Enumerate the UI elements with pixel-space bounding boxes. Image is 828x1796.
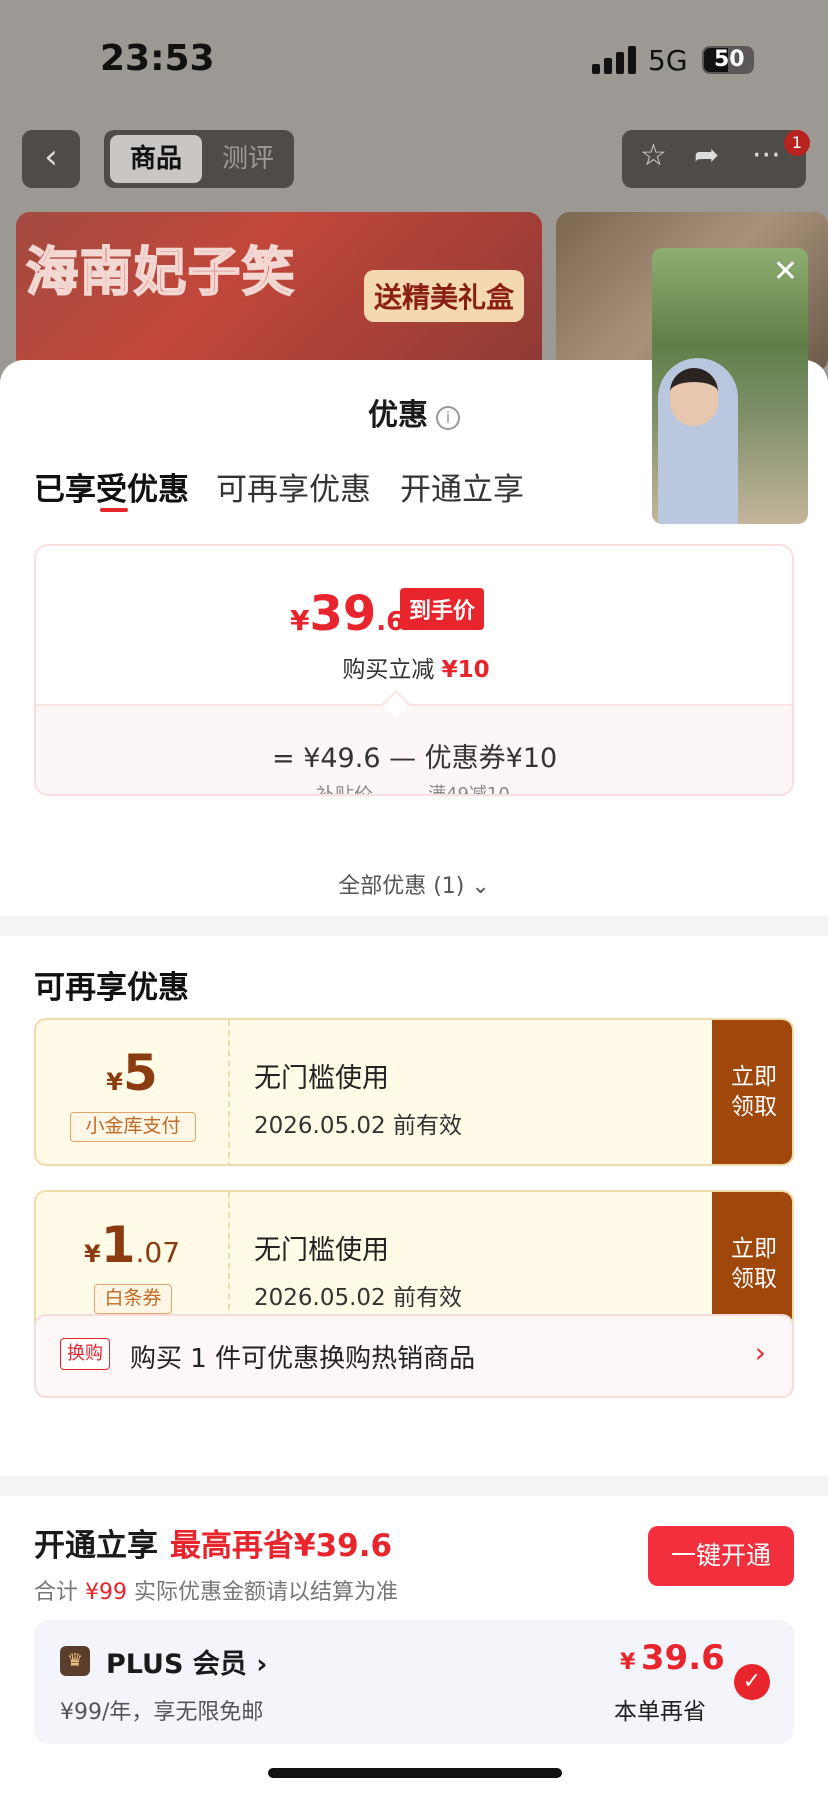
tab-open[interactable]: 开通立享 (400, 464, 524, 509)
instant-cut-value: ¥10 (441, 657, 490, 683)
banner-title: 海南妃子笑 (25, 241, 297, 304)
product-banner: 海南妃子笑 送精美礼盒 (16, 212, 542, 372)
discount-sheet: 优惠 i 已享受优惠 可再享优惠 开通立享 ¥39.6 到手价 购买立减 ¥10 … (0, 360, 828, 1796)
more-icon[interactable]: ··· (752, 138, 781, 173)
crown-icon: ♛ (60, 1646, 90, 1676)
info-icon[interactable]: i (436, 406, 460, 430)
open-enjoy-section: 开通立享 最高再省¥39.6 合计 ¥99 实际优惠金额请以结算为准 一键开通 ♛… (0, 1496, 828, 1796)
share-icon[interactable]: ➦ (694, 138, 719, 173)
coupon-currency: ¥ (83, 1240, 101, 1268)
floating-video[interactable]: ✕ (652, 248, 808, 524)
claim-button-label: 立即 领取 (731, 1064, 777, 1120)
coupon-amount-dec: .07 (135, 1236, 181, 1269)
status-bar: 23:53 5G 50 (0, 0, 828, 120)
instant-cut-label: 购买立减 (342, 657, 435, 683)
coupon-type-tag: 小金库支付 (70, 1112, 196, 1142)
back-button[interactable]: ‹ (22, 130, 80, 188)
coupon-expiry: 2026.05.02 前有效 (254, 1113, 462, 1139)
exchange-offer-row[interactable]: 换购 购买 1 件可优惠换购热销商品 › (34, 1314, 794, 1398)
back-icon: ‹ (44, 137, 58, 177)
more-deals-section: 可再享优惠 ¥5 小金库支付 无门槛使用 2026.05.02 前有效 立即 领… (0, 936, 828, 1476)
gift-badge: 送精美礼盒 (364, 270, 525, 322)
video-person-head (670, 368, 718, 426)
status-time: 23:53 (100, 38, 215, 79)
plus-value: 39.6 (640, 1638, 725, 1678)
plus-member-card[interactable]: ♛ PLUS 会员 › ¥99/年，享无限免邮 ¥ 39.6 本单再省 ✓ (34, 1620, 794, 1744)
coupon-card: ¥5 小金库支付 无门槛使用 2026.05.02 前有效 立即 领取 (34, 1018, 794, 1166)
plus-currency: ¥ (620, 1650, 636, 1675)
plus-save-amount: ¥ 39.6 (620, 1638, 725, 1678)
coupon-value: ¥1.07 (36, 1216, 228, 1274)
plus-save-label: 本单再省 (614, 1699, 706, 1725)
exchange-tag: 换购 (60, 1338, 110, 1370)
open-enjoy-subtitle: 合计 ¥99 实际优惠金额请以结算为准 (34, 1574, 398, 1606)
sheet-title-text: 优惠 (368, 398, 428, 433)
chevron-right-icon: › (754, 1336, 766, 1369)
coupon-desc: 无门槛使用 (254, 1235, 389, 1266)
price-divider (36, 704, 792, 706)
network-type: 5G (648, 44, 688, 77)
claim-button[interactable]: 立即 领取 (712, 1020, 792, 1164)
nav-actions: ☆ ➦ ··· (622, 130, 806, 188)
subsidy-label: 补贴价 (316, 784, 374, 796)
total-value: ¥99 (85, 1580, 128, 1605)
all-deals-toggle[interactable]: 全部优惠 (1) ⌄ (0, 868, 828, 900)
final-price-currency: ¥ (290, 604, 310, 637)
home-indicator (268, 1768, 562, 1778)
coupon-expiry: 2026.05.02 前有效 (254, 1285, 462, 1311)
coupon-value: ¥5 (36, 1044, 228, 1102)
star-icon[interactable]: ☆ (640, 138, 667, 173)
instant-cut: 购买立减 ¥10 (36, 650, 792, 684)
coupon-rule: 满49减10 (428, 784, 510, 796)
more-deals-title: 可再享优惠 (34, 970, 189, 1006)
total-label: 合计 (34, 1580, 79, 1605)
coupon-value-panel: ¥5 小金库支付 (36, 1020, 228, 1164)
product-review-switch: 商品 测评 (104, 130, 294, 188)
battery-icon: 50 (702, 46, 754, 74)
plus-desc: ¥99/年，享无限免邮 (60, 1700, 264, 1725)
tab-more[interactable]: 可再享优惠 (216, 464, 371, 509)
battery-level: 50 (714, 47, 745, 72)
checkmark-icon[interactable]: ✓ (734, 1664, 770, 1700)
tab-active-indicator (100, 508, 128, 512)
plus-name[interactable]: PLUS 会员 › (106, 1642, 267, 1681)
tab-enjoyed[interactable]: 已享受优惠 (34, 464, 189, 509)
coupon-desc: 无门槛使用 (254, 1063, 389, 1094)
final-price: ¥39.6 (290, 586, 404, 642)
exchange-text: 购买 1 件可优惠换购热销商品 (130, 1344, 476, 1374)
open-enjoy-title: 开通立享 最高再省¥39.6 (34, 1520, 392, 1565)
max-save-text: 最高再省¥39.6 (170, 1528, 393, 1564)
coupon-type-tag: 白条券 (94, 1284, 172, 1314)
coupon-amount: 5 (122, 1044, 158, 1102)
signal-icon (592, 46, 638, 74)
final-price-int: 39 (309, 586, 377, 642)
claim-button-label: 立即 领取 (731, 1236, 777, 1292)
coupon-amount: 1 (100, 1216, 136, 1274)
tab-review[interactable]: 测评 (208, 135, 288, 183)
message-badge: 1 (784, 130, 810, 156)
tab-product[interactable]: 商品 (110, 135, 202, 183)
coupon-perforation (228, 1020, 230, 1164)
price-equation: = ¥49.6 — 优惠券¥10 (272, 743, 558, 774)
coupon-currency: ¥ (106, 1068, 123, 1096)
one-click-open-button[interactable]: 一键开通 (648, 1526, 794, 1586)
total-note: 实际优惠金额请以结算为准 (127, 1580, 399, 1605)
final-price-tag: 到手价 (400, 588, 485, 630)
price-breakdown-card: ¥39.6 到手价 购买立减 ¥10 = ¥49.6 — 优惠券¥10 补贴价 … (34, 544, 794, 796)
product-navbar: ‹ 商品 测评 ☆ ➦ ··· (0, 130, 828, 192)
open-enjoy-title-text: 开通立享 (34, 1528, 158, 1564)
close-icon[interactable]: ✕ (773, 254, 798, 289)
